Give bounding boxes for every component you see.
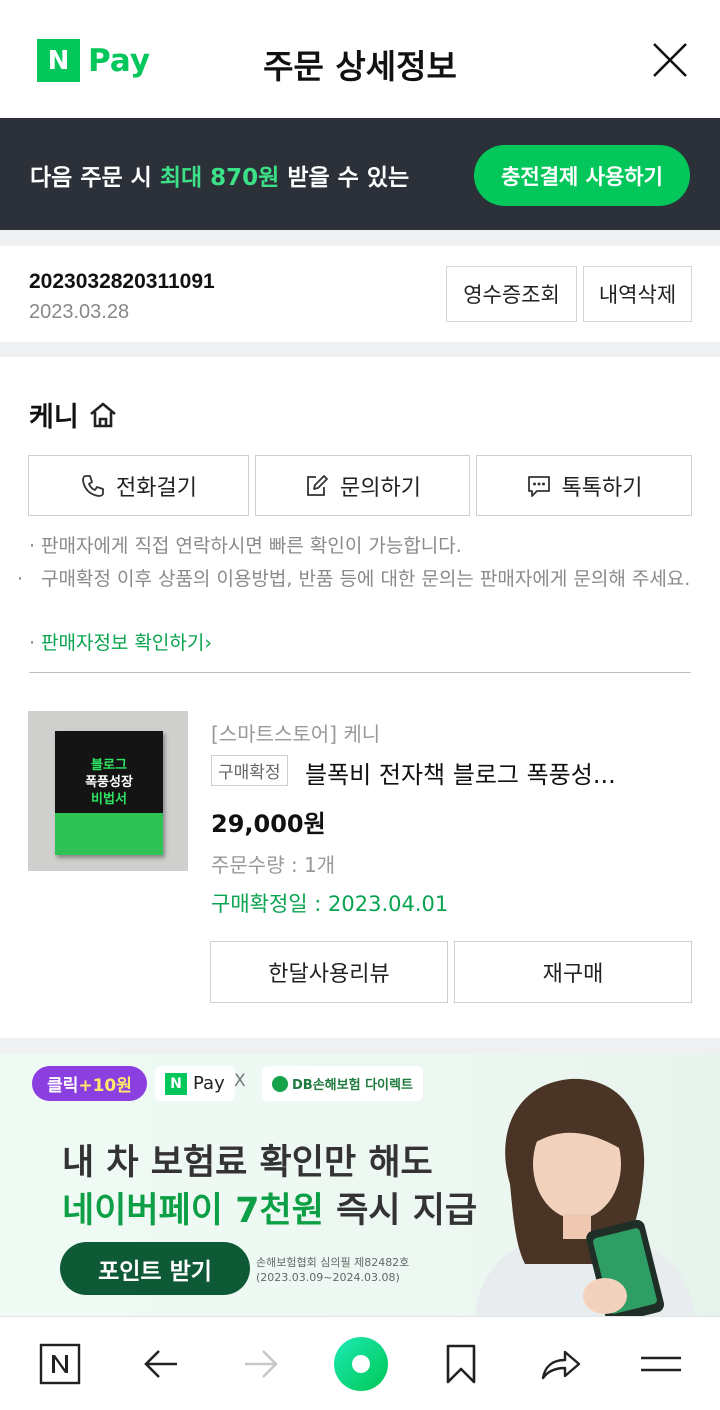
promo-text-after: 받을 수 있는 — [279, 165, 410, 191]
ad-click-reward: +10원 — [78, 1076, 132, 1096]
arrow-right-icon — [245, 1350, 278, 1378]
page-title: 주문 상세정보 — [263, 47, 457, 86]
ad-fine-print-line1: 손해보험협회 심의필 제82482호 — [256, 1256, 410, 1269]
book-cover-title: 블로그 폭풍성장 비법서 — [55, 757, 163, 808]
monthly-review-button[interactable]: 한달사용리뷰 — [210, 941, 448, 1003]
book-cover: 블로그 폭풍성장 비법서 — [55, 731, 163, 855]
section-gap — [0, 230, 720, 246]
product-store: [스마트스토어] 케니 — [211, 722, 381, 746]
section-gap — [0, 1038, 720, 1054]
store-home-icon[interactable] — [87, 399, 119, 431]
ad-npay-label: Pay — [193, 1073, 225, 1094]
ad-npay-logo: N Pay — [155, 1066, 235, 1101]
arrow-left-icon — [144, 1350, 177, 1378]
chevron-right-icon: › — [204, 632, 212, 654]
phone-icon — [82, 474, 104, 497]
product-thumbnail[interactable]: 블로그 폭풍성장 비법서 — [28, 711, 188, 871]
app-header: N Pay 주문 상세정보 — [0, 0, 720, 118]
green-dot-button[interactable] — [333, 1336, 389, 1392]
ad-headline-2-green: 네이버페이 7천원 — [62, 1191, 324, 1231]
promo-banner: 다음 주문 시 최대 870원 받을 수 있는 충전결제 사용하기 — [0, 118, 720, 230]
ad-npay-n: N — [165, 1072, 187, 1095]
naver-home-button[interactable] — [35, 1339, 85, 1389]
seller-info-link[interactable]: · 판매자정보 확인하기› — [29, 628, 699, 658]
product-name[interactable]: 블폭비 전자책 블로그 폭풍성... — [305, 755, 685, 790]
ad-headline-2: 네이버페이 7천원 즉시 지급 — [62, 1182, 477, 1233]
seller-note: · 판매자에게 직접 연락하시면 빠른 확인이 가능합니다. — [29, 535, 462, 557]
divider — [29, 672, 691, 673]
seller-note-text: 판매자에게 직접 연락하시면 빠른 확인이 가능합니다. — [41, 535, 462, 557]
order-quantity: 주문수량 : 1개 — [211, 853, 336, 877]
bottom-navigation — [0, 1316, 720, 1410]
seller-note-text: 구매확정 이후 상품의 이용방법, 반품 등에 대한 문의는 판매자에게 문의해… — [41, 568, 691, 590]
seller-header: 케니 — [29, 395, 119, 434]
book-cover-stripe — [55, 813, 163, 855]
share-button[interactable] — [536, 1339, 586, 1389]
ad-fine-print-line2: (2023.03.09~2024.03.08) — [256, 1271, 400, 1284]
ad-db-label: DB손해보험 다이렉트 — [292, 1078, 413, 1093]
section-gap — [0, 342, 720, 357]
close-button[interactable] — [650, 40, 690, 80]
seller-note: · 구매확정 이후 상품의 이용방법, 반품 등에 대한 문의는 판매자에게 문의… — [17, 568, 691, 590]
menu-icon — [641, 1356, 681, 1372]
db-logo-icon — [272, 1075, 288, 1092]
order-number: 2023032820311091 — [29, 270, 215, 293]
chat-icon — [527, 475, 550, 497]
charge-pay-button[interactable]: 충전결제 사용하기 — [474, 145, 690, 206]
forward-button[interactable] — [236, 1339, 286, 1389]
inquiry-button[interactable]: 문의하기 — [255, 455, 470, 516]
talktalk-label: 톡톡하기 — [561, 475, 643, 501]
inquiry-label: 문의하기 — [340, 475, 421, 501]
receipt-button[interactable]: 영수증조회 — [446, 266, 577, 322]
ad-db-logo: DB손해보험 다이렉트 — [262, 1066, 423, 1101]
purchase-confirm-date: 구매확정일 : 2023.04.01 — [211, 892, 449, 916]
ad-partner-times: X — [234, 1071, 246, 1091]
bookmark-icon — [446, 1344, 476, 1384]
back-button[interactable] — [136, 1339, 186, 1389]
ad-click-badge: 클릭 +10원 — [32, 1066, 147, 1101]
seller-info-link-text: 판매자정보 확인하기 — [41, 632, 205, 654]
share-icon — [541, 1350, 581, 1380]
call-label: 전화걸기 — [116, 475, 197, 501]
green-dot-icon — [334, 1337, 388, 1391]
ad-model-image — [475, 1078, 695, 1316]
call-button[interactable]: 전화걸기 — [28, 455, 249, 516]
menu-button[interactable] — [636, 1339, 686, 1389]
seller-name: 케니 — [29, 402, 79, 433]
naver-n-icon — [39, 1343, 81, 1385]
ad-fine-print: 손해보험협회 심의필 제82482호 (2023.03.09~2024.03.0… — [256, 1255, 409, 1285]
promo-text-before: 다음 주문 시 — [30, 165, 160, 191]
ad-click-label: 클릭 — [47, 1076, 79, 1096]
book-cover-line1: 블로그 — [91, 758, 127, 773]
purchase-confirmed-badge: 구매확정 — [211, 755, 288, 786]
product-price: 29,000원 — [211, 810, 326, 838]
talktalk-button[interactable]: 톡톡하기 — [476, 455, 692, 516]
promo-text: 다음 주문 시 최대 870원 받을 수 있는 — [30, 158, 409, 192]
get-points-button[interactable]: 포인트 받기 — [60, 1242, 250, 1295]
rebuy-button[interactable]: 재구매 — [454, 941, 692, 1003]
book-cover-line2: 폭풍성장 — [85, 775, 133, 790]
close-icon — [653, 43, 687, 77]
edit-icon — [307, 474, 328, 496]
bookmark-button[interactable] — [436, 1339, 486, 1389]
promo-text-highlight: 최대 870원 — [159, 165, 280, 191]
ad-headline-1: 내 차 보험료 확인만 해도 — [62, 1143, 433, 1183]
ad-banner[interactable]: 클릭 +10원 N Pay X DB손해보험 다이렉트 내 차 보험료 확인만 해… — [0, 1054, 720, 1316]
book-cover-line3: 비법서 — [91, 792, 127, 807]
order-date: 2023.03.28 — [29, 301, 130, 323]
delete-history-button[interactable]: 내역삭제 — [583, 266, 692, 322]
